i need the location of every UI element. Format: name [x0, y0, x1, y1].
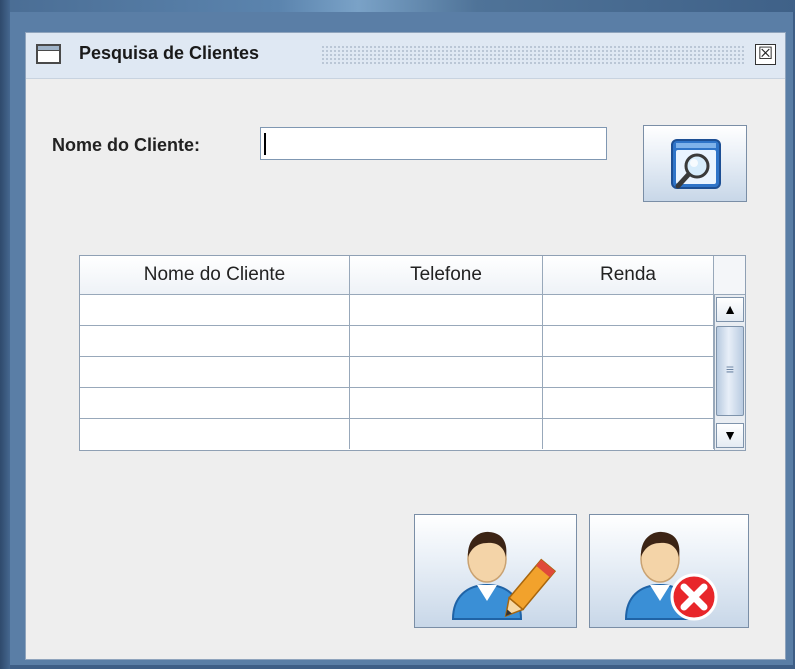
cell-renda[interactable] — [543, 388, 714, 418]
scroll-up-button[interactable]: ▲ — [716, 297, 744, 322]
scroll-down-button[interactable]: ▼ — [716, 423, 744, 448]
table-row[interactable] — [80, 357, 714, 388]
pesquisa-clientes-dialog: Pesquisa de Clientes ☒ Nome do Cliente: … — [25, 32, 786, 660]
user-delete-icon — [624, 531, 718, 621]
table-row[interactable] — [80, 419, 714, 450]
cell-telefone[interactable] — [350, 326, 543, 356]
cell-renda[interactable] — [543, 295, 714, 325]
user-edit-icon — [451, 531, 557, 620]
cell-nome[interactable] — [80, 326, 350, 356]
cell-nome[interactable] — [80, 388, 350, 418]
scroll-thumb[interactable]: ≡ — [716, 326, 744, 416]
title-bar-grip — [321, 45, 746, 65]
window-title: Pesquisa de Clientes — [79, 43, 260, 63]
close-button[interactable]: ☒ — [755, 44, 776, 65]
edit-client-button[interactable] — [414, 514, 577, 628]
column-header-renda[interactable]: Renda — [543, 256, 714, 294]
cell-renda[interactable] — [543, 357, 714, 387]
cell-nome[interactable] — [80, 295, 350, 325]
nome-cliente-label: Nome do Cliente: — [52, 135, 201, 155]
desktop-edge — [0, 0, 10, 669]
table-row[interactable] — [80, 388, 714, 419]
column-header-telefone[interactable]: Telefone — [350, 256, 543, 294]
cell-telefone[interactable] — [350, 357, 543, 387]
column-header-nome[interactable]: Nome do Cliente — [80, 256, 350, 294]
cell-renda[interactable] — [543, 326, 714, 356]
table-row[interactable] — [80, 326, 714, 357]
text-caret — [264, 133, 266, 155]
cell-renda[interactable] — [543, 419, 714, 449]
search-window-icon — [671, 139, 721, 189]
cell-telefone[interactable] — [350, 419, 543, 449]
cell-nome[interactable] — [80, 419, 350, 449]
table-row[interactable] — [80, 295, 714, 326]
nome-cliente-input[interactable] — [260, 127, 607, 160]
desktop-background — [0, 0, 795, 12]
delete-client-button[interactable] — [589, 514, 749, 628]
title-bar[interactable]: Pesquisa de Clientes ☒ — [26, 33, 785, 79]
window-icon — [36, 44, 61, 64]
cell-telefone[interactable] — [350, 388, 543, 418]
clientes-table: Nome do Cliente Telefone Renda ▲ ≡ ▼ — [79, 255, 746, 451]
table-header-corner — [714, 256, 745, 295]
search-button[interactable] — [643, 125, 747, 202]
cell-telefone[interactable] — [350, 295, 543, 325]
vertical-scrollbar[interactable]: ▲ ≡ ▼ — [714, 295, 745, 450]
cell-nome[interactable] — [80, 357, 350, 387]
table-header: Nome do Cliente Telefone Renda — [80, 256, 714, 295]
